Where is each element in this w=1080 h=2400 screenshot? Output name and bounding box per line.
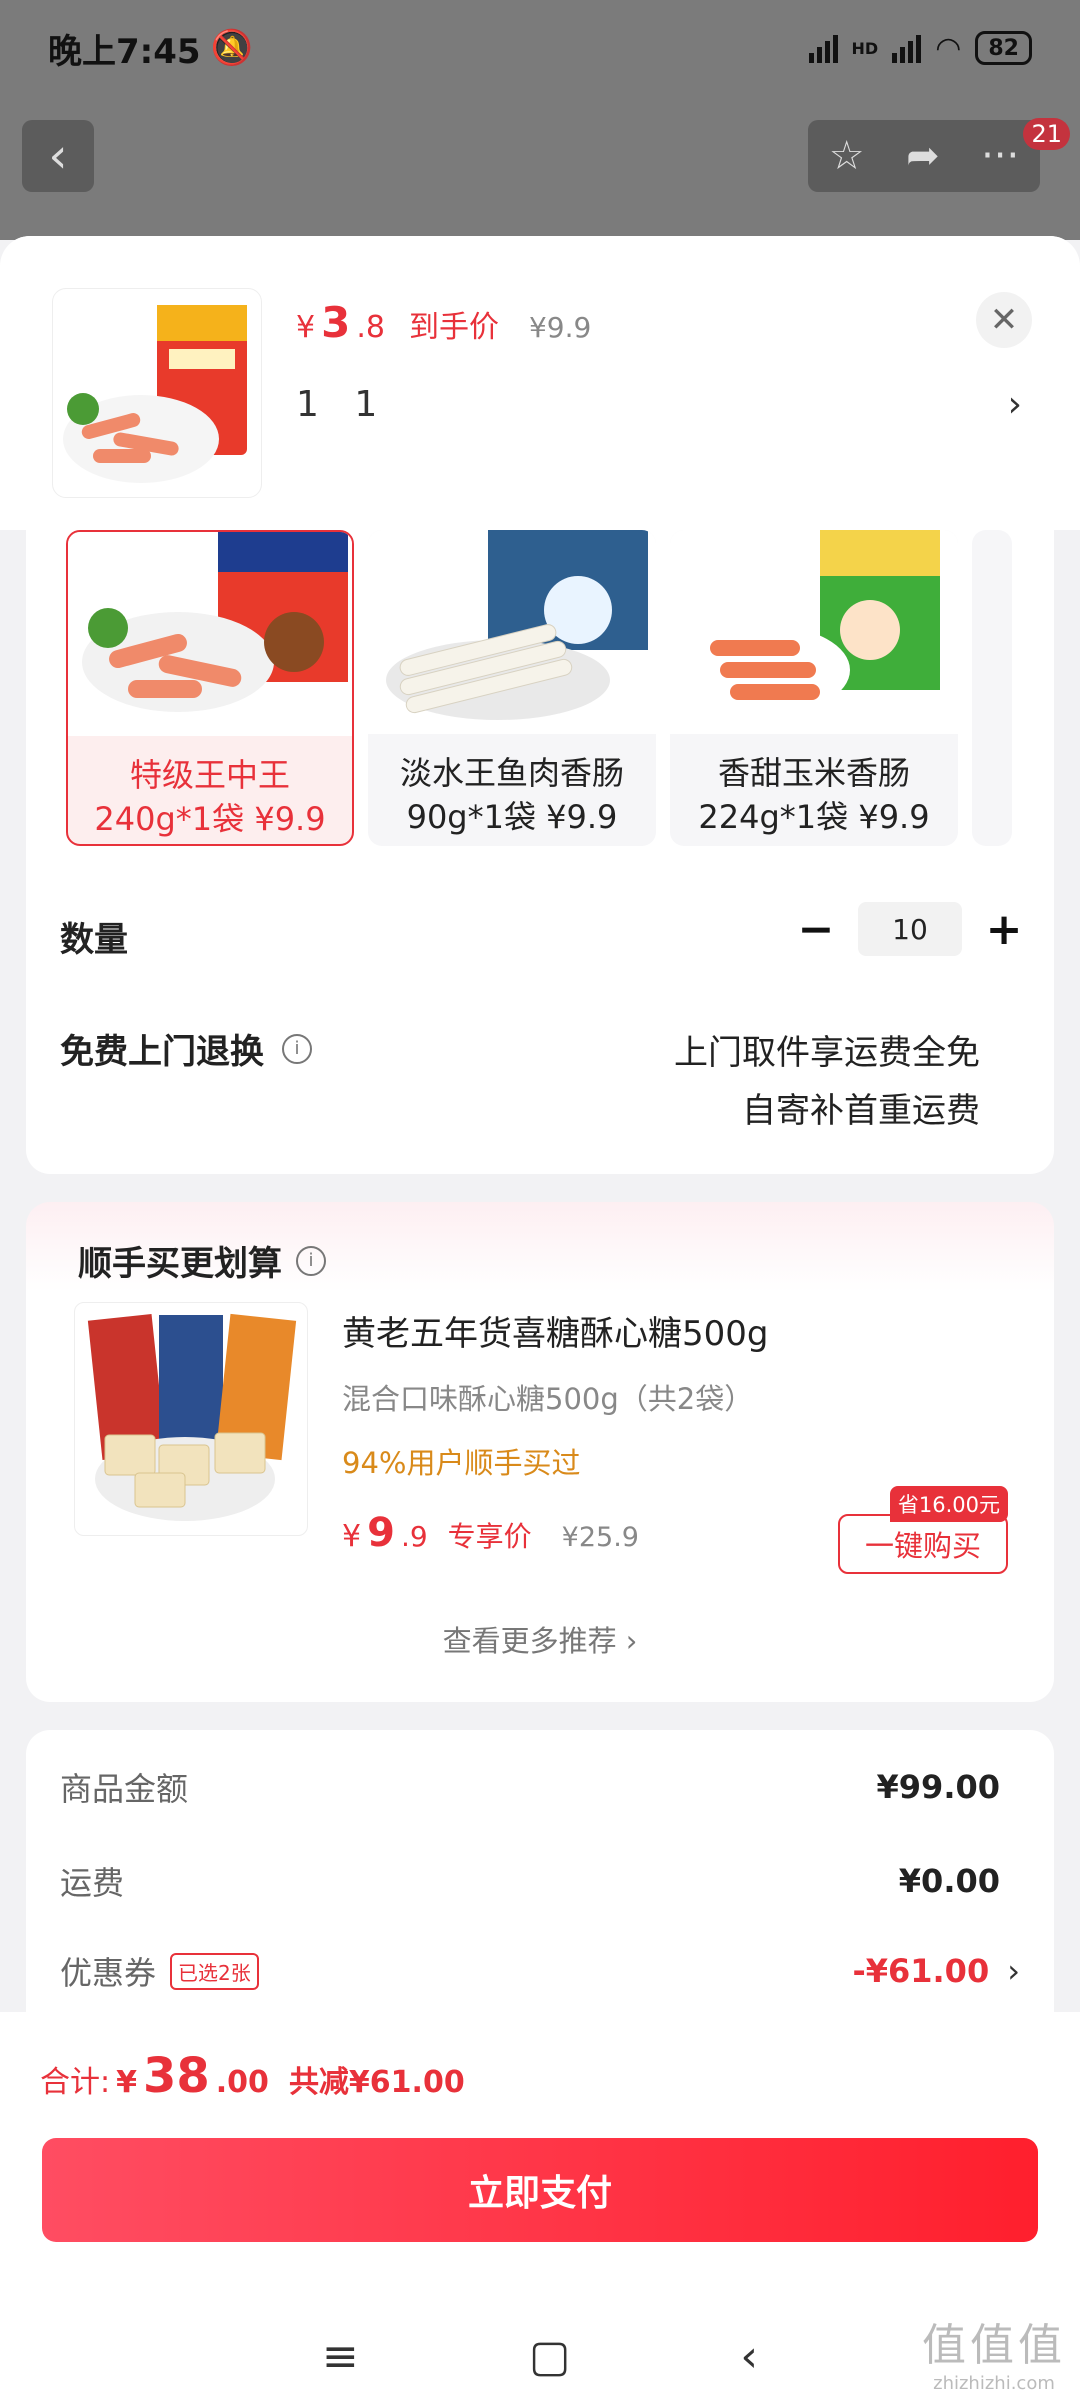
chevron-right-icon[interactable]: › [1007,1952,1020,1990]
quantity-label: 数量 [60,920,128,960]
variant-option-partial[interactable] [972,530,1012,846]
signal-icon-2 [892,33,922,63]
recommend-price: ¥ 9 .9 专享价 ¥25.9 [342,1510,639,1556]
recommend-item-name[interactable]: 黄老五年货喜糖酥心糖500g [342,1306,768,1355]
home-icon[interactable]: ▢ [529,2331,571,2382]
chevron-right-icon[interactable]: › [1008,384,1022,425]
system-nav-bar: ≡ ▢ ‹ [0,2312,1080,2400]
back-button[interactable]: ‹ [22,120,94,192]
back-icon[interactable]: ‹ [740,2331,758,2382]
return-service-desc: 上门取件享运费全免 自寄补首重运费 [674,1033,980,1131]
star-icon[interactable]: ☆ [829,133,865,179]
checkout-bar: 合计: ¥ 38 .00 共减¥61.00 立即支付 ≡ ▢ ‹ 值值值 zhi… [0,2012,1080,2400]
pay-now-button[interactable]: 立即支付 [42,2138,1038,2242]
share-icon[interactable]: ➦ [906,133,940,179]
final-price-tag: 到手价 [408,310,499,345]
recommend-bought-stat: 94%用户顺手买过 [342,1446,581,1480]
more-recommend-link[interactable]: 查看更多推荐 › [26,1618,1054,1660]
plus-button[interactable]: + [982,904,1026,955]
coupon-selected-tag: 已选2张 [170,1952,259,1990]
total-discount: 共减¥61.00 [288,2065,465,2100]
variant-option[interactable]: 香甜玉米香肠 224g*1袋 ¥9.9 [670,530,958,846]
background-actions: ☆ ➦ ··· [808,120,1040,192]
recommend-title: 顺手买更划算 i [78,1236,326,1285]
quantity-input[interactable]: 10 [858,902,962,956]
variant-image [670,530,958,734]
hd-label: HD [851,38,879,58]
header-price: ¥ 3 .8 到手价 ¥9.9 [296,298,592,347]
one-click-buy-button[interactable]: 一键购买 [838,1514,1008,1574]
variant-option[interactable]: 特级王中王 240g*1袋 ¥9.9 [66,530,354,846]
status-time: 晚上7:45 🔕 [48,28,253,72]
recommend-card: 顺手买更划算 i 黄老五年货喜糖酥心糖500g 混合口味酥心糖500g（共2袋）… [26,1202,1054,1702]
watermark: 值值值 zhizhizhi.com [922,2320,1066,2394]
status-icons: HD ◠ 82 [808,30,1032,66]
minus-button[interactable]: − [794,904,838,955]
recommend-thumbnail[interactable] [74,1302,308,1536]
variant-image [368,530,656,734]
more-icon[interactable]: ··· [981,133,1019,179]
variant-image [68,532,352,736]
selected-spec[interactable]: 1 1 [296,384,389,425]
return-service-label: 免费上门退换 i [60,1024,312,1073]
recommend-item-spec: 混合口味酥心糖500g（共2袋） [342,1382,754,1416]
variant-list: 特级王中王 240g*1袋 ¥9.9 淡水王鱼肉香肠 90g*1袋 ¥9.9 香… [66,530,1038,846]
shipping-row: 运费 ¥0.00 [60,1862,1000,1902]
close-button[interactable]: ✕ [976,292,1032,348]
signal-icon [808,33,838,63]
message-badge: 21 [1023,118,1070,150]
quantity-stepper: − 10 + [794,902,1026,956]
product-thumbnail[interactable] [52,288,262,498]
options-card: 特级王中王 240g*1袋 ¥9.9 淡水王鱼肉香肠 90g*1袋 ¥9.9 香… [26,530,1054,1174]
info-icon[interactable]: i [282,1033,312,1064]
variant-option[interactable]: 淡水王鱼肉香肠 90g*1袋 ¥9.9 [368,530,656,846]
battery-icon: 82 [975,31,1032,65]
mute-bell-icon: 🔕 [210,28,253,68]
sheet-header: ¥ 3 .8 到手价 ¥9.9 1 1 › ✕ [0,236,1080,530]
goods-amount-row: 商品金额 ¥99.00 [60,1768,1000,1808]
status-bar: 晚上7:45 🔕 HD ◠ 82 [0,0,1080,96]
original-price: ¥9.9 [528,311,592,344]
save-badge: 省16.00元 [889,1486,1008,1522]
coupon-row[interactable]: 优惠券 已选2张 -¥61.00 › [60,1948,1020,1994]
total-price: 合计: ¥ 38 .00 共减¥61.00 [40,2048,465,2104]
wifi-icon: ◠ [935,30,962,66]
menu-icon[interactable]: ≡ [322,2331,359,2382]
info-icon[interactable]: i [296,1245,326,1276]
